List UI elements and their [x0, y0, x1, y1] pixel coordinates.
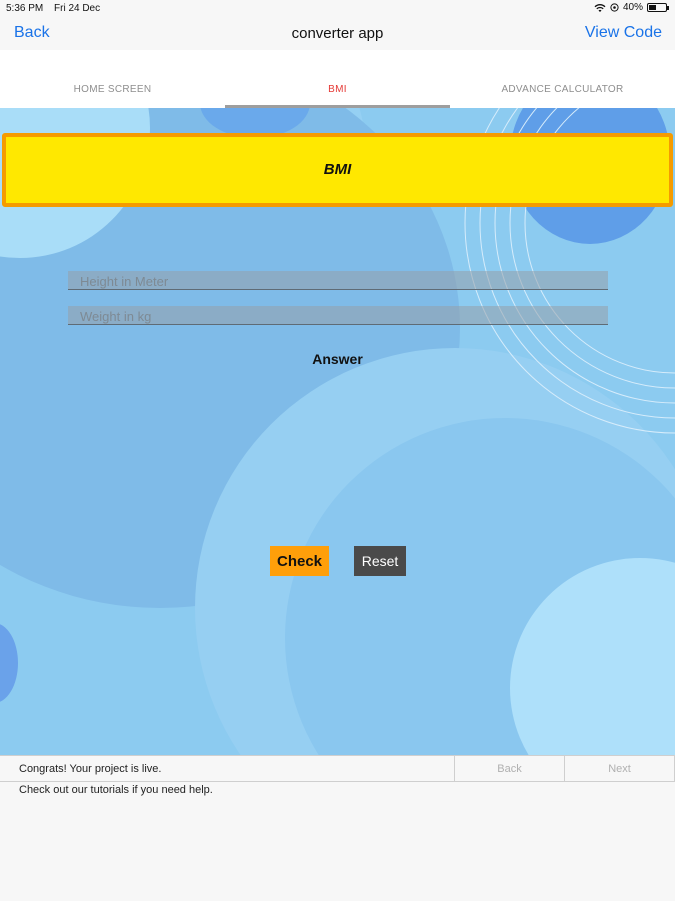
- status-time: 5:36 PM: [6, 3, 44, 14]
- footer-next-button[interactable]: Next: [565, 756, 675, 782]
- footer-back-button[interactable]: Back: [455, 756, 565, 782]
- bmi-screen: BMI Answer Check Reset: [0, 108, 675, 755]
- battery-icon: [647, 3, 669, 12]
- check-button[interactable]: Check: [270, 546, 329, 576]
- status-date: Fri 24 Dec: [54, 3, 101, 14]
- height-field: [68, 271, 608, 290]
- status-bar: 5:36 PM Fri 24 Dec 40%: [0, 0, 675, 18]
- view-code-button[interactable]: View Code: [585, 24, 662, 42]
- battery-percent: 40%: [622, 2, 643, 13]
- footer-message: Congrats! Your project is live.: [0, 756, 455, 782]
- bmi-title-banner: BMI: [2, 133, 673, 207]
- location-icon: [610, 3, 619, 12]
- footer-help-text: Check out our tutorials if you need help…: [19, 784, 213, 796]
- status-indicators: 40%: [594, 2, 669, 13]
- height-input[interactable]: [68, 271, 608, 289]
- reset-button[interactable]: Reset: [354, 546, 406, 576]
- weight-input[interactable]: [68, 306, 608, 324]
- tab-advance-calculator[interactable]: ADVANCE CALCULATOR: [450, 50, 675, 108]
- page-title: converter app: [291, 25, 384, 42]
- background-circle: [0, 623, 18, 703]
- answer-label: Answer: [312, 351, 363, 367]
- wifi-icon: [594, 3, 606, 12]
- tab-bmi[interactable]: BMI: [225, 50, 450, 108]
- footer-panel: Congrats! Your project is live. Back Nex…: [0, 755, 675, 901]
- weight-field: [68, 306, 608, 325]
- tab-bar: HOME SCREEN BMI ADVANCE CALCULATOR: [0, 50, 675, 108]
- bmi-title: BMI: [323, 161, 352, 178]
- navigation-bar: Back converter app View Code: [0, 18, 675, 50]
- tab-home-screen[interactable]: HOME SCREEN: [0, 50, 225, 108]
